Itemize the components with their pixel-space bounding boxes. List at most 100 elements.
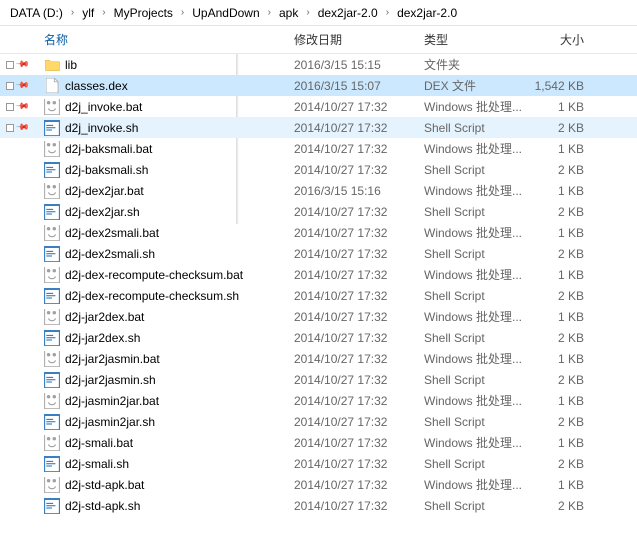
file-size-cell: 2 KB [534,205,594,219]
column-header-type[interactable]: 类型 [424,31,534,48]
file-date-cell: 2016/3/15 15:07 [294,79,424,93]
file-date-cell: 2014/10/27 17:32 [294,268,424,282]
file-row[interactable]: d2j-jar2jasmin.bat2014/10/27 17:32Window… [0,348,637,369]
file-name-label: d2j-dex2smali.bat [65,226,159,240]
file-date-cell: 2014/10/27 17:32 [294,226,424,240]
file-row[interactable]: d2j-dex2jar.sh2014/10/27 17:32Shell Scri… [0,201,637,222]
quick-access-pin-area[interactable] [6,264,36,285]
file-date-cell: 2016/3/15 15:15 [294,58,424,72]
file-size-cell: 1 KB [534,226,594,240]
file-date-cell: 2014/10/27 17:32 [294,142,424,156]
quick-access-pin-area[interactable]: 📌 [6,75,36,96]
quick-access-pin-area[interactable] [6,222,36,243]
file-size-cell: 1 KB [534,142,594,156]
file-icon [44,78,60,94]
file-row[interactable]: d2j-jar2jasmin.sh2014/10/27 17:32Shell S… [0,369,637,390]
sh-icon [44,498,60,514]
file-row[interactable]: d2j-jasmin2jar.sh2014/10/27 17:32Shell S… [0,411,637,432]
quick-access-pin-area[interactable] [6,411,36,432]
file-row[interactable]: 📌lib2016/3/15 15:15文件夹 [0,54,637,75]
file-row[interactable]: d2j-dex2jar.bat2016/3/15 15:16Windows 批处… [0,180,637,201]
quick-access-pin-area[interactable] [6,138,36,159]
chevron-right-icon[interactable]: › [98,7,109,18]
file-row[interactable]: d2j-baksmali.sh2014/10/27 17:32Shell Scr… [0,159,637,180]
file-name-cell: d2j-dex2smali.bat [44,225,294,241]
file-type-cell: Windows 批处理... [424,350,534,367]
sh-icon [44,288,60,304]
file-row[interactable]: d2j-jar2dex.bat2014/10/27 17:32Windows 批… [0,306,637,327]
file-name-label: d2j-smali.sh [65,457,129,471]
checkbox-icon[interactable] [6,82,14,90]
breadcrumb-segment[interactable]: ylf [78,4,98,22]
file-date-cell: 2014/10/27 17:32 [294,205,424,219]
file-row[interactable]: d2j-std-apk.bat2014/10/27 17:32Windows 批… [0,474,637,495]
quick-access-pin-area[interactable] [6,474,36,495]
checkbox-icon[interactable] [6,124,14,132]
file-name-cell: d2j-jar2jasmin.sh [44,372,294,388]
quick-access-pin-area[interactable] [6,243,36,264]
quick-access-pin-area[interactable] [6,432,36,453]
file-name-label: d2j-jar2jasmin.sh [65,373,156,387]
file-row[interactable]: d2j-dex2smali.bat2014/10/27 17:32Windows… [0,222,637,243]
quick-access-pin-area[interactable] [6,159,36,180]
file-name-cell: d2j-dex2smali.sh [44,246,294,262]
quick-access-pin-area[interactable] [6,390,36,411]
column-header-name[interactable]: 名称 [44,31,294,48]
chevron-right-icon[interactable]: › [382,7,393,18]
file-row[interactable]: d2j-std-apk.sh2014/10/27 17:32Shell Scri… [0,495,637,516]
file-size-cell: 1 KB [534,268,594,282]
checkbox-icon[interactable] [6,103,14,111]
file-name-cell: d2j_invoke.bat [44,99,294,115]
bat-icon [44,309,60,325]
chevron-right-icon[interactable]: › [264,7,275,18]
bat-icon [44,477,60,493]
quick-access-pin-area[interactable] [6,180,36,201]
breadcrumb-segment[interactable]: DATA (D:) [6,4,67,22]
file-row[interactable]: d2j-jasmin2jar.bat2014/10/27 17:32Window… [0,390,637,411]
quick-access-pin-area[interactable] [6,348,36,369]
pin-icon: 📌 [15,120,31,136]
file-row[interactable]: 📌classes.dex2016/3/15 15:07DEX 文件1,542 K… [0,75,637,96]
file-name-label: d2j-jar2dex.bat [65,310,144,324]
column-header-row: 名称 修改日期 类型 大小 [0,26,637,54]
breadcrumb-segment[interactable]: dex2jar-2.0 [393,4,461,22]
quick-access-pin-area[interactable] [6,327,36,348]
column-header-date[interactable]: 修改日期 [294,31,424,48]
checkbox-icon[interactable] [6,61,14,69]
sh-icon [44,372,60,388]
chevron-right-icon[interactable]: › [67,7,78,18]
sh-icon [44,330,60,346]
quick-access-pin-area[interactable] [6,369,36,390]
file-row[interactable]: d2j-smali.bat2014/10/27 17:32Windows 批处理… [0,432,637,453]
file-type-cell: Shell Script [424,205,534,219]
chevron-right-icon[interactable]: › [302,7,313,18]
breadcrumb-segment[interactable]: UpAndDown [188,4,263,22]
breadcrumb-segment[interactable]: apk [275,4,302,22]
file-name-label: d2j_invoke.bat [65,100,142,114]
bat-icon [44,183,60,199]
quick-access-pin-area[interactable] [6,306,36,327]
file-row[interactable]: 📌d2j_invoke.bat2014/10/27 17:32Windows 批… [0,96,637,117]
quick-access-pin-area[interactable] [6,285,36,306]
file-name-cell: d2j-std-apk.sh [44,498,294,514]
breadcrumb-segment[interactable]: MyProjects [110,4,177,22]
file-row[interactable]: d2j-smali.sh2014/10/27 17:32Shell Script… [0,453,637,474]
file-row[interactable]: d2j-baksmali.bat2014/10/27 17:32Windows … [0,138,637,159]
file-row[interactable]: d2j-dex2smali.sh2014/10/27 17:32Shell Sc… [0,243,637,264]
file-size-cell: 1 KB [534,478,594,492]
quick-access-pin-area[interactable] [6,201,36,222]
bat-icon [44,99,60,115]
quick-access-pin-area[interactable]: 📌 [6,96,36,117]
quick-access-pin-area[interactable]: 📌 [6,117,36,138]
file-row[interactable]: d2j-dex-recompute-checksum.sh2014/10/27 … [0,285,637,306]
breadcrumb-segment[interactable]: dex2jar-2.0 [314,4,382,22]
quick-access-pin-area[interactable]: 📌 [6,54,36,75]
column-header-size[interactable]: 大小 [534,31,594,48]
file-row[interactable]: d2j-jar2dex.sh2014/10/27 17:32Shell Scri… [0,327,637,348]
quick-access-pin-area[interactable] [6,453,36,474]
chevron-right-icon[interactable]: › [177,7,188,18]
file-row[interactable]: d2j-dex-recompute-checksum.bat2014/10/27… [0,264,637,285]
quick-access-pin-area[interactable] [6,495,36,516]
breadcrumb[interactable]: DATA (D:)›ylf›MyProjects›UpAndDown›apk›d… [0,0,637,26]
file-row[interactable]: 📌d2j_invoke.sh2014/10/27 17:32Shell Scri… [0,117,637,138]
